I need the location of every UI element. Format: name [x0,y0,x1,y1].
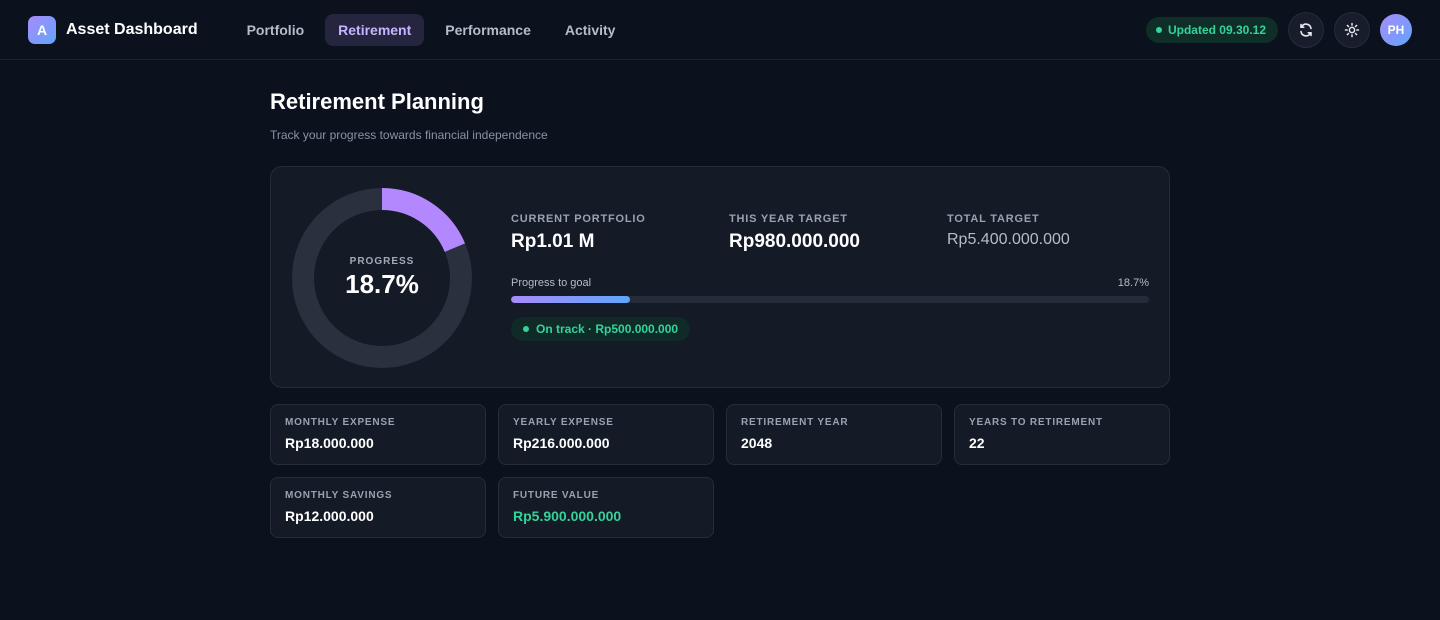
tab-retirement[interactable]: Retirement [325,13,425,46]
card-value: Rp5.900.000.000 [513,508,622,524]
stat-label: THIS YEAR TARGET [729,213,848,225]
stat-label: CURRENT PORTFOLIO [511,213,646,225]
card-label: MONTHLY EXPENSE [285,417,396,428]
card-value: Rp216.000.000 [513,435,610,451]
brand[interactable]: A Asset Dashboard [28,15,198,44]
refresh-icon [1300,23,1312,37]
top-bar: A Asset Dashboard Portfolio Retirement P… [0,0,1440,60]
status-dot-icon [1155,27,1162,33]
card-value: 22 [969,435,985,451]
donut-label: PROGRESS [349,256,415,267]
stat-value: Rp5.400.000.000 [947,231,1070,248]
avatar[interactable]: PH [1380,14,1412,46]
card-monthly-savings: MONTHLY SAVINGS Rp12.000.000 [270,477,486,538]
card-label: MONTHLY SAVINGS [285,490,393,501]
card-yearly-expense: YEARLY EXPENSE Rp216.000.000 [498,404,714,465]
card-retirement-year: RETIREMENT YEAR 2048 [726,404,942,465]
stat-this-year-target: THIS YEAR TARGET Rp980.000.000 [729,213,947,253]
progress-to-goal-label: Progress to goal [511,277,592,289]
stat-current-portfolio: CURRENT PORTFOLIO Rp1.01 M [511,213,729,253]
page-title: Retirement Planning [270,89,484,114]
updated-badge: Updated 09.30.12 [1145,17,1278,43]
app-title: Asset Dashboard [66,20,198,38]
donut-center: PROGRESS 18.7% [291,187,473,369]
card-future-value: FUTURE VALUE Rp5.900.000.000 [498,477,714,538]
tab-activity[interactable]: Activity [552,14,629,46]
updated-label: Updated 09.30.12 [1167,23,1266,37]
main-nav: Portfolio Retirement Performance Activit… [234,13,629,46]
stat-value: Rp980.000.000 [729,231,860,252]
card-value: 2048 [741,435,773,451]
stat-value: Rp1.01 M [511,231,595,252]
metric-cards: MONTHLY EXPENSE Rp18.000.000 YEARLY EXPE… [270,404,1170,538]
card-label: YEARS TO RETIREMENT [969,417,1103,428]
page-subtitle: Track your progress towards financial in… [270,128,548,142]
summary-stats: CURRENT PORTFOLIO Rp1.01 M THIS YEAR TAR… [511,213,1165,253]
status-badge-text: On track · Rp500.000.000 [536,322,679,336]
status-dot-icon [523,326,529,332]
header-actions: Updated 09.30.12 PH [1145,0,1412,60]
progress-to-goal-row: Progress to goal 18.7% [511,277,1149,289]
progress-bar-fill [511,296,631,303]
app-logo: A [28,15,56,44]
tab-performance[interactable]: Performance [432,14,544,46]
card-years-to-retirement: YEARS TO RETIREMENT 22 [954,404,1170,465]
donut-value: 18.7% [345,269,419,299]
sun-icon [1344,22,1360,38]
progress-to-goal-value: 18.7% [1117,277,1149,289]
card-monthly-expense: MONTHLY EXPENSE Rp18.000.000 [270,404,486,465]
stat-label: TOTAL TARGET [947,213,1040,225]
card-value: Rp12.000.000 [285,508,374,524]
card-label: RETIREMENT YEAR [741,417,849,428]
tab-portfolio[interactable]: Portfolio [234,14,318,46]
card-value: Rp18.000.000 [285,435,374,451]
theme-toggle-button[interactable] [1334,12,1370,48]
main-content: Retirement Planning Track your progress … [270,60,1170,538]
stat-total-target: TOTAL TARGET Rp5.400.000.000 [947,213,1165,253]
card-label: YEARLY EXPENSE [513,417,614,428]
progress-bar [511,296,1149,303]
status-badge: On track · Rp500.000.000 [511,317,691,341]
card-label: FUTURE VALUE [513,490,600,501]
refresh-button[interactable] [1288,12,1324,48]
retirement-summary-card: PROGRESS 18.7% CURRENT PORTFOLIO Rp1.01 … [270,166,1170,388]
